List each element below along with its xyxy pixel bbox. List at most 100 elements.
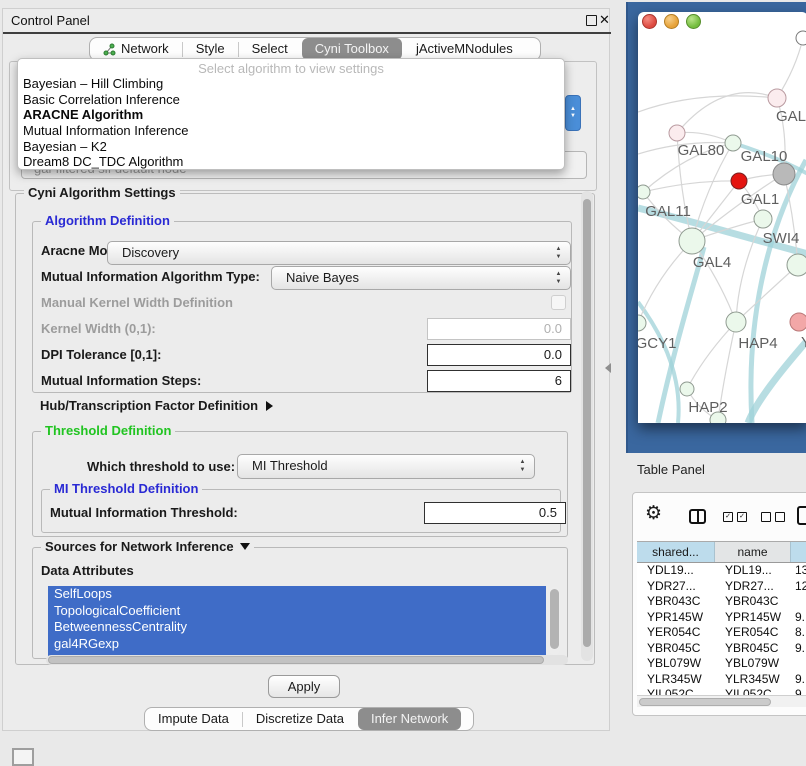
scrollbar-thumb[interactable] xyxy=(48,656,544,664)
table-cell[interactable]: YER054C xyxy=(637,625,715,641)
table-cell[interactable]: 13 xyxy=(791,563,806,579)
table-row[interactable]: YDL19...YDL19...13 xyxy=(637,563,806,579)
table-cell[interactable]: 12 xyxy=(791,579,806,595)
table-cell[interactable]: YDL19... xyxy=(637,563,715,579)
attribute-item[interactable]: TopologicalCoefficient xyxy=(48,603,546,620)
dpi-tolerance-field[interactable]: 0.0 xyxy=(427,344,571,366)
network-node[interactable] xyxy=(725,135,741,151)
table-cell[interactable]: YPR145W xyxy=(715,610,791,626)
table-cell[interactable]: YLR345W xyxy=(637,672,715,688)
table-cell[interactable]: 9 xyxy=(791,687,806,695)
table-row[interactable]: YBR043CYBR043C xyxy=(637,594,806,610)
table-cell[interactable]: YBR043C xyxy=(715,594,791,610)
network-edge[interactable] xyxy=(638,96,777,112)
attribute-item[interactable]: BetweennessCentrality xyxy=(48,619,546,636)
popup-item[interactable]: Mutual Information Inference xyxy=(18,123,564,139)
network-node[interactable] xyxy=(796,31,806,45)
panel-splitter-handle[interactable] xyxy=(605,363,611,373)
column-header[interactable]: name xyxy=(715,542,791,562)
list-scrollbar[interactable] xyxy=(549,587,560,655)
network-node[interactable] xyxy=(669,125,685,141)
table-cell[interactable]: YBL079W xyxy=(715,656,791,672)
table-cell[interactable]: YBR045C xyxy=(637,641,715,657)
table-cell[interactable]: YDR27... xyxy=(715,579,791,595)
table-mode-icon[interactable] xyxy=(797,506,806,525)
network-node[interactable] xyxy=(773,163,795,185)
attribute-item[interactable]: SelfLoops xyxy=(48,586,546,603)
column-view-icon[interactable] xyxy=(689,509,706,524)
which-threshold-combo[interactable]: MI Threshold ▲▼ xyxy=(237,454,535,479)
tab-infer-network[interactable]: Infer Network xyxy=(358,708,461,730)
network-edge[interactable] xyxy=(736,265,798,322)
attribute-item[interactable]: gal4RGexp xyxy=(48,636,546,653)
network-node[interactable] xyxy=(726,312,746,332)
popup-item-selected[interactable]: ARACNE Algorithm xyxy=(18,107,564,123)
popup-item[interactable]: Basic Correlation Inference xyxy=(18,92,564,108)
popup-item[interactable]: Bayesian – K2 xyxy=(18,139,564,155)
settings-vertical-scrollbar[interactable] xyxy=(581,191,593,661)
popup-item[interactable]: Bayesian – Hill Climbing xyxy=(18,76,564,92)
settings-horizontal-scrollbar[interactable] xyxy=(46,655,568,665)
algorithm-combo-spinner[interactable]: ▲▼ xyxy=(565,95,581,131)
table-cell[interactable]: 8. xyxy=(791,625,806,641)
table-cell[interactable] xyxy=(791,656,806,672)
scrollbar-thumb[interactable] xyxy=(639,698,771,706)
tab-jactivemnodules[interactable]: jActiveMNodules xyxy=(403,38,526,60)
mi-steps-field[interactable]: 6 xyxy=(427,370,571,392)
apply-button[interactable]: Apply xyxy=(268,675,340,698)
tab-impute-data[interactable]: Impute Data xyxy=(145,708,242,730)
network-window[interactable]: GAL80GAL10GALGAL11GAL1SWI4GAL4GCY1HAP4YH… xyxy=(638,12,806,423)
table-cell[interactable]: YPR145W xyxy=(637,610,715,626)
table-row[interactable]: YER054CYER054C8. xyxy=(637,625,806,641)
scrollbar-thumb[interactable] xyxy=(583,199,591,647)
network-node[interactable] xyxy=(680,382,694,396)
select-all-icon[interactable]: ✓ ✓ xyxy=(723,512,747,522)
table-cell[interactable]: YDL19... xyxy=(715,563,791,579)
manual-kernel-checkbox[interactable] xyxy=(551,295,566,310)
float-window-icon[interactable] xyxy=(586,15,597,26)
column-header[interactable] xyxy=(791,542,806,562)
network-node[interactable] xyxy=(638,185,650,199)
aracne-mode-combo[interactable]: Discovery ▲▼ xyxy=(107,241,571,265)
table-row[interactable]: YDR27...YDR27...12 xyxy=(637,579,806,595)
network-edge[interactable] xyxy=(777,38,803,98)
network-node[interactable] xyxy=(768,89,786,107)
table-cell[interactable]: YDR27... xyxy=(637,579,715,595)
tab-discretize-data[interactable]: Discretize Data xyxy=(243,708,357,730)
tab-select[interactable]: Select xyxy=(239,38,301,60)
scrollbar-thumb[interactable] xyxy=(550,589,559,649)
network-node[interactable] xyxy=(754,210,772,228)
mi-type-combo[interactable]: Naive Bayes ▲▼ xyxy=(271,266,571,290)
table-cell[interactable]: YLR345W xyxy=(715,672,791,688)
table-cell[interactable] xyxy=(791,594,806,610)
network-node[interactable] xyxy=(787,254,806,276)
table-row[interactable]: YPR145WYPR145W9. xyxy=(637,610,806,626)
table-cell[interactable]: 9. xyxy=(791,610,806,626)
table-row[interactable]: YIL052CYIL052C9 xyxy=(637,687,806,695)
mi-threshold-field[interactable]: 0.5 xyxy=(424,502,566,524)
table-cell[interactable]: 9. xyxy=(791,641,806,657)
table-cell[interactable]: YBR043C xyxy=(637,594,715,610)
tab-style[interactable]: Style xyxy=(183,38,238,60)
hub-expander[interactable]: Hub/Transcription Factor Definition xyxy=(40,398,273,413)
tab-cyni-toolbox[interactable]: Cyni Toolbox xyxy=(302,38,402,60)
popup-item[interactable]: Dream8 DC_TDC Algorithm xyxy=(18,154,564,170)
table-horizontal-scrollbar[interactable] xyxy=(637,695,806,707)
network-node[interactable] xyxy=(790,313,806,331)
network-node[interactable] xyxy=(731,173,747,189)
table-row[interactable]: YBL079WYBL079W xyxy=(637,656,806,672)
table-cell[interactable]: YBR045C xyxy=(715,641,791,657)
table-cell[interactable]: YIL052C xyxy=(715,687,791,695)
close-icon[interactable]: ✕ xyxy=(599,12,610,28)
table-cell[interactable]: YBL079W xyxy=(637,656,715,672)
deselect-all-icon[interactable] xyxy=(761,512,785,522)
table-cell[interactable]: YIL052C xyxy=(637,687,715,695)
network-node[interactable] xyxy=(679,228,705,254)
network-canvas[interactable]: GAL80GAL10GALGAL11GAL1SWI4GAL4GCY1HAP4YH… xyxy=(638,12,806,423)
network-node[interactable] xyxy=(638,315,646,331)
table-cell[interactable]: 9. xyxy=(791,672,806,688)
corner-widget[interactable] xyxy=(12,748,34,766)
column-header[interactable]: shared... xyxy=(637,542,715,562)
table-row[interactable]: YBR045CYBR045C9. xyxy=(637,641,806,657)
table-row[interactable]: YLR345WYLR345W9. xyxy=(637,672,806,688)
